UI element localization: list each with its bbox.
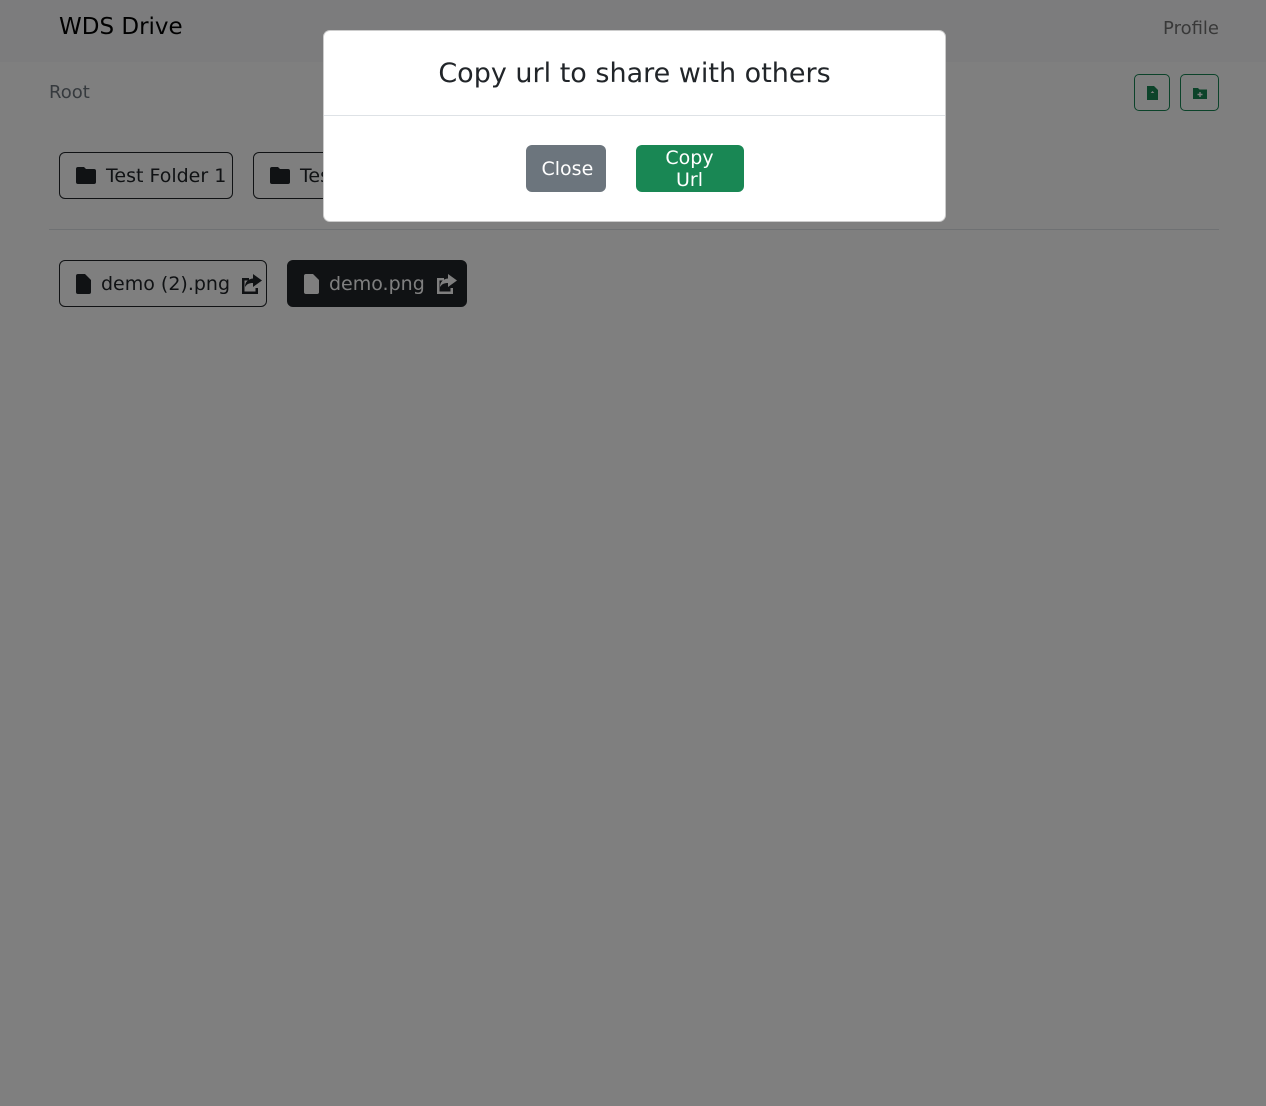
modal-body: Close Copy Url — [324, 116, 945, 192]
modal-title: Copy url to share with others — [438, 57, 831, 89]
page: WDS Drive Profile Root Test Folder 1 Tes — [0, 0, 1266, 1106]
copy-url-button[interactable]: Copy Url — [635, 145, 744, 192]
modal-header: Copy url to share with others — [324, 31, 945, 116]
close-button[interactable]: Close — [525, 145, 606, 192]
share-url-modal: Copy url to share with others Close Copy… — [323, 30, 946, 222]
